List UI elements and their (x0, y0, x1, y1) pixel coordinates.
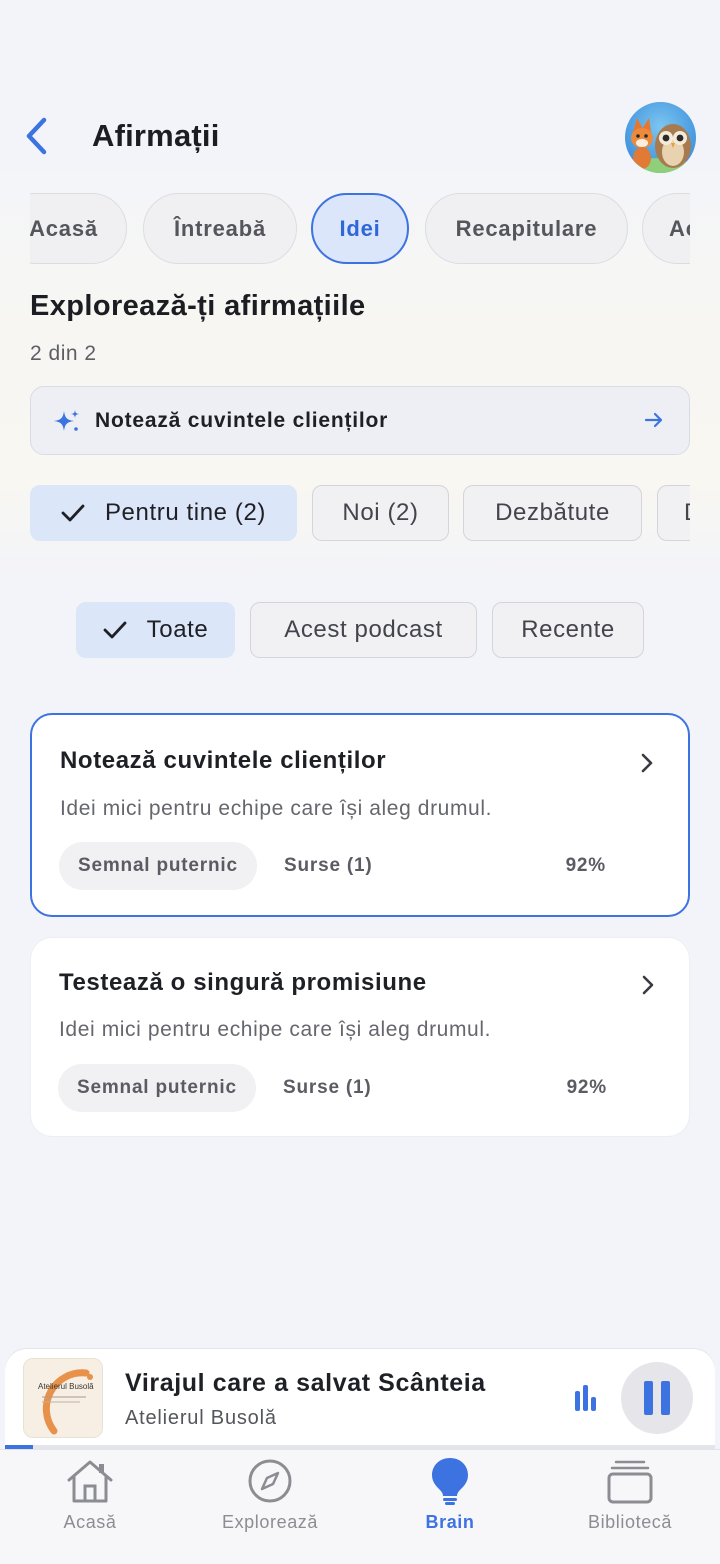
section-title: Explorează-ți afirmațiile (30, 290, 366, 322)
card-title: Testează o singură promisiune (59, 969, 427, 996)
chip-dezbatute[interactable]: Dezbătute (463, 485, 642, 541)
tab-intreaba[interactable]: Întreabă (143, 193, 297, 264)
avatar-illustration (626, 118, 694, 173)
signal-badge: Semnal puternic (58, 1064, 256, 1112)
artwork-title: Atelierul Busolă (38, 1382, 94, 1391)
card-description: Idei mici pentru echipe care își aleg dr… (60, 797, 493, 820)
tab-acasa[interactable]: Acasă (30, 193, 127, 264)
nav-acasa[interactable]: Acasă (0, 1456, 180, 1536)
chip-toate[interactable]: Toate (76, 602, 235, 658)
section-tabs: Acasă Întreabă Idei Recapitulare Ac (30, 192, 690, 266)
card-description: Idei mici pentru echipe care își aleg dr… (59, 1018, 492, 1041)
chevron-right-icon (641, 753, 653, 773)
chip-noi[interactable]: Noi (2) (312, 485, 449, 541)
mini-player[interactable]: Atelierul Busolă Virajul care a salvat S… (5, 1349, 715, 1449)
nav-label: Explorează (221, 1512, 319, 1532)
confidence-score: 92% (566, 1077, 607, 1098)
chip-acest-podcast[interactable]: Acest podcast (250, 602, 477, 658)
suggestion-label: Notează cuvintele clienților (95, 409, 389, 432)
sparkle-icon (54, 410, 79, 431)
header: Afirmații (0, 100, 720, 176)
chip-pentru-tine[interactable]: Pentru tine (2) (30, 485, 297, 541)
filter-chips: Pentru tine (2) Noi (2) Dezbătute D (30, 485, 690, 543)
arrow-right-icon (644, 412, 663, 428)
nav-exploreaza[interactable]: Explorează (180, 1456, 360, 1536)
confidence-score: 92% (565, 855, 606, 876)
results-count: 2 din 2 (30, 342, 97, 365)
nav-brain[interactable]: Brain (360, 1456, 540, 1536)
back-button[interactable] (14, 114, 58, 158)
page-title: Afirmații (92, 118, 220, 153)
signal-badge: Semnal puternic (59, 842, 257, 890)
tab-recapitulare[interactable]: Recapitulare (425, 193, 628, 264)
pause-icon (644, 1381, 670, 1415)
check-icon (61, 503, 85, 523)
home-icon (67, 1460, 113, 1503)
pause-button[interactable] (621, 1362, 693, 1434)
show-name: Atelierul Busolă (125, 1407, 277, 1429)
nav-label: Brain (425, 1512, 475, 1532)
episode-title: Virajul care a salvat Scânteia (125, 1369, 486, 1397)
nav-label: Acasă (63, 1512, 117, 1532)
chip-recente[interactable]: Recente (492, 602, 644, 658)
chip-label: Toate (146, 616, 209, 643)
chip-label: Pentru tine (2) (104, 499, 267, 526)
chevron-right-icon (642, 975, 654, 995)
card-title: Notează cuvintele clienților (60, 747, 387, 774)
insight-card[interactable]: Notează cuvintele clienților Idei mici p… (30, 713, 690, 917)
nav-label: Bibliotecă (587, 1512, 673, 1532)
avatar[interactable] (625, 102, 696, 173)
suggestion-bar[interactable]: Notează cuvintele clienților (30, 386, 690, 455)
scope-chips: Toate Acest podcast Recente (0, 602, 720, 660)
library-icon (607, 1460, 653, 1504)
sources-link[interactable]: Surse (1) (283, 1077, 372, 1099)
bottom-nav: Acasă Explorează Brain Bibliotecă (0, 1449, 720, 1564)
podcast-artwork: Atelierul Busolă (23, 1358, 103, 1438)
audio-bars-icon[interactable] (574, 1383, 598, 1413)
nav-biblioteca[interactable]: Bibliotecă (540, 1456, 720, 1536)
lightbulb-icon (432, 1458, 468, 1505)
chevron-left-icon (26, 117, 47, 155)
check-icon (103, 620, 127, 640)
tab-idei[interactable]: Idei (311, 193, 409, 264)
compass-icon (248, 1459, 292, 1503)
sources-link[interactable]: Surse (1) (284, 855, 373, 877)
chip-more[interactable]: D (657, 485, 690, 541)
tab-more[interactable]: Ac (642, 193, 690, 264)
insight-card[interactable]: Testează o singură promisiune Idei mici … (30, 937, 690, 1137)
